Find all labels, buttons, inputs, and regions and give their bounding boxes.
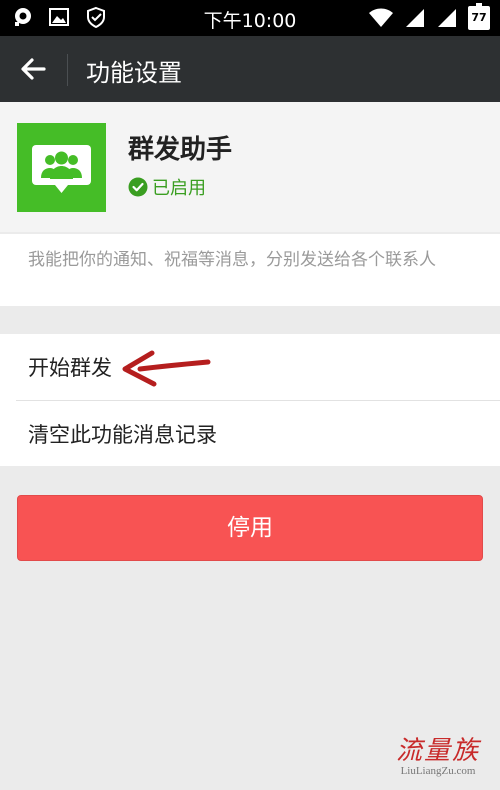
watermark-logo: 流量族 (395, 736, 480, 766)
start-broadcast-item[interactable]: 开始群发 (0, 334, 500, 400)
wifi-icon (369, 8, 393, 27)
system-icons: 77 (368, 3, 490, 30)
watermark-url: LiuLiangZu.com (400, 765, 476, 777)
description-section: 我能把你的通知、祝福等消息，分别发送给各个联系人 (0, 234, 500, 306)
action-menu: 开始群发 清空此功能消息记录 (0, 334, 500, 466)
status-badge: 已启用 (128, 174, 206, 200)
check-circle-icon (128, 177, 148, 197)
annotation-arrow-icon (122, 350, 211, 387)
start-broadcast-label: 开始群发 (28, 356, 112, 380)
watermark: 流量族 LiuLiangZu.com (396, 730, 480, 777)
app-name: 群发助手 (128, 135, 233, 165)
title-bar: 功能设置 (0, 36, 500, 102)
app-info-section: 群发助手 已启用 (0, 102, 500, 232)
status-text: 已启用 (152, 178, 206, 199)
page-title: 功能设置 (86, 59, 182, 87)
back-button[interactable] (18, 54, 48, 84)
battery-icon: 77 (468, 3, 490, 30)
signal-icon-2 (438, 9, 456, 27)
disable-button[interactable]: 停用 (17, 495, 483, 561)
signal-icon (406, 9, 424, 27)
clear-history-item[interactable]: 清空此功能消息记录 (0, 401, 500, 467)
header-divider (67, 54, 68, 86)
status-bar: 下午10:00 77 (0, 0, 500, 36)
description-text: 我能把你的通知、祝福等消息，分别发送给各个联系人 (28, 250, 436, 270)
group-chat-icon (17, 123, 106, 212)
arrow-left-icon (21, 58, 46, 80)
clear-history-label: 清空此功能消息记录 (28, 423, 217, 447)
